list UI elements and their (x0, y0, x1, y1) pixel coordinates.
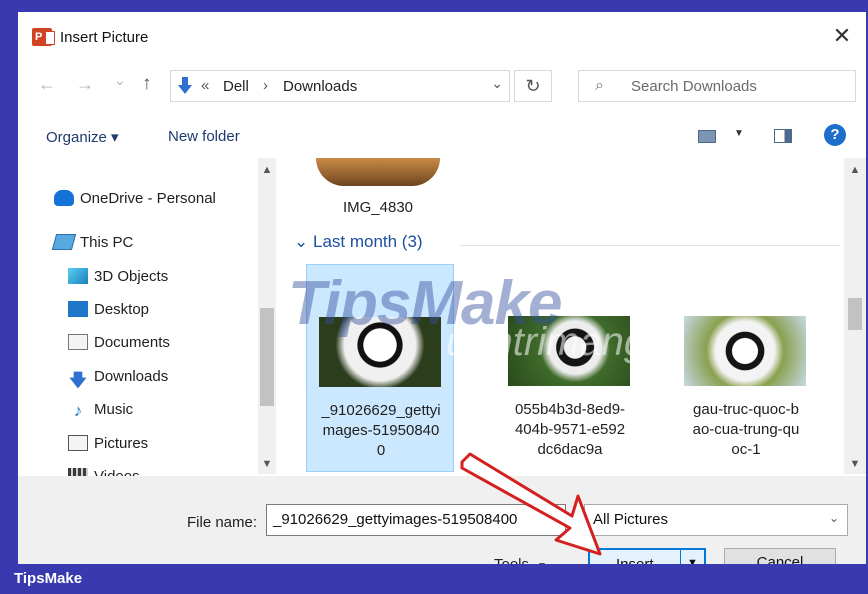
downloads-arrow-icon: 🡇 (69, 371, 87, 390)
scroll-up-icon[interactable]: ▲ (258, 164, 276, 176)
tools-button[interactable]: Tools ▼ (494, 556, 547, 564)
image-thumbnail[interactable] (316, 158, 440, 186)
sidebar-item-label: 3D Objects (94, 267, 169, 285)
sidebar-item-music[interactable]: ♪ Music (68, 397, 133, 421)
sidebar-item-label: Downloads (94, 367, 169, 385)
tools-dropdown-icon: ▼ (537, 561, 547, 564)
music-note-icon: ♪ (73, 401, 83, 420)
sidebar-item-label: Music (94, 400, 134, 418)
insert-label: Insert (616, 556, 654, 564)
desktop-folder-icon (68, 301, 88, 317)
help-icon[interactable]: ? (824, 124, 846, 146)
chevron-down-icon: ⌄ (294, 232, 309, 251)
breadcrumb-item-downloads[interactable]: Downloads (283, 78, 357, 95)
scroll-down-icon[interactable]: ▼ (844, 458, 866, 470)
navigation-pane: OneDrive - Personal This PC 3D Objects D… (18, 158, 276, 485)
chevron-down-icon: ⌄ (828, 511, 839, 525)
sidebar-item-3d-objects[interactable]: 3D Objects (68, 264, 168, 288)
search-icon: ⌕ (595, 77, 604, 94)
organize-button[interactable]: Organize ▾ (46, 128, 119, 146)
group-divider (460, 245, 840, 246)
dialog-title: Insert Picture (60, 29, 149, 46)
watermark-text: uantrimang (446, 320, 647, 364)
image-thumbnail (684, 316, 806, 386)
new-folder-button[interactable]: New folder (168, 128, 240, 145)
file-type-filter-value: All Pictures (593, 511, 669, 528)
file-name-field-label: File name: (187, 514, 258, 531)
file-name-label: _91026629_gettyi mages-51950840 0 (321, 402, 441, 459)
scrollbar-thumb[interactable] (260, 308, 274, 406)
this-pc-icon (51, 234, 77, 250)
tools-label: Tools (494, 556, 529, 564)
group-header-label: Last month (3) (312, 232, 423, 251)
refresh-button[interactable]: ↻ (514, 70, 552, 102)
search-box[interactable]: ⌕ Search Downloads (578, 70, 856, 102)
breadcrumb-overflow[interactable]: « (201, 77, 209, 94)
group-header-last-month[interactable]: ⌄ Last month (3) (294, 232, 423, 252)
downloads-arrow-icon (178, 77, 192, 94)
sidebar-item-pictures[interactable]: Pictures (68, 431, 148, 455)
sidebar-item-label: Desktop (94, 300, 150, 318)
close-button[interactable]: ✕ (830, 24, 854, 48)
sidebar-item-label: This PC (80, 233, 134, 251)
view-dropdown-icon[interactable]: ▼ (734, 128, 744, 139)
3d-objects-icon (68, 268, 88, 284)
file-type-filter[interactable]: All Pictures ⌄ (584, 504, 848, 536)
back-arrow-icon[interactable]: ← (38, 74, 56, 95)
chevron-down-icon[interactable]: ⌄ (491, 75, 503, 92)
change-view-icon[interactable] (698, 130, 716, 143)
sidebar-item-label: Pictures (94, 434, 149, 452)
file-item[interactable]: gau-truc-quoc-b ao-cua-trung-qu oc-1 (672, 264, 820, 472)
breadcrumb-item-dell[interactable]: Dell (223, 78, 249, 95)
documents-folder-icon (68, 334, 88, 350)
file-name-label[interactable]: IMG_4830 (316, 198, 440, 218)
onedrive-cloud-icon (54, 190, 74, 206)
file-name-label: 055b4b3d-8ed9- 404b-9571-e592 dc6dac9a (514, 401, 626, 458)
scroll-down-icon[interactable]: ▼ (258, 458, 276, 470)
file-list-scrollbar[interactable]: ▲ ▼ (844, 158, 866, 474)
address-bar[interactable]: « Dell › Downloads ⌄ (170, 70, 510, 102)
command-toolbar: Organize ▾ New folder ▼ ? (18, 120, 866, 154)
sidebar-item-desktop[interactable]: Desktop (68, 297, 149, 321)
forward-arrow-icon[interactable]: → (76, 74, 94, 95)
sidebar-item-documents[interactable]: Documents (68, 330, 170, 354)
dialog-footer: File name: _91026629_gettyimages-5195084… (18, 476, 866, 564)
insert-dropdown-icon[interactable]: ▼ (680, 550, 704, 564)
scroll-up-icon[interactable]: ▲ (844, 164, 866, 176)
scrollbar-thumb[interactable] (848, 298, 862, 330)
sidebar-item-label: Documents (94, 333, 170, 351)
pictures-folder-icon (68, 435, 88, 451)
up-arrow-icon[interactable]: ↑ (142, 73, 152, 95)
file-name-label: gau-truc-quoc-b ao-cua-trung-qu oc-1 (692, 401, 800, 458)
insert-button[interactable]: Insert ▼ (588, 548, 706, 564)
cancel-button[interactable]: Cancel (724, 548, 836, 564)
title-bar: P Insert Picture ✕ (18, 12, 866, 62)
breadcrumb-separator[interactable]: › (263, 77, 268, 94)
file-name-input[interactable]: _91026629_gettyimages-519508400 (266, 504, 566, 536)
sidebar-item-this-pc[interactable]: This PC (51, 230, 134, 254)
sidebar-item-label: OneDrive - Personal (80, 189, 216, 207)
brand-label: TipsMake (14, 570, 83, 587)
powerpoint-icon: P (32, 28, 55, 46)
navigation-scrollbar[interactable]: ▲ ▼ (258, 158, 276, 474)
recent-locations-icon[interactable]: ⌄ (114, 72, 126, 89)
preview-pane-icon[interactable] (774, 129, 792, 143)
sidebar-item-downloads[interactable]: 🡇 Downloads (68, 364, 169, 391)
search-input[interactable]: Search Downloads (631, 78, 757, 95)
sidebar-item-onedrive[interactable]: OneDrive - Personal (54, 186, 216, 210)
navigation-bar: ← → ⌄ ↑ « Dell › Downloads ⌄ ↻ ⌕ Search … (18, 68, 866, 104)
